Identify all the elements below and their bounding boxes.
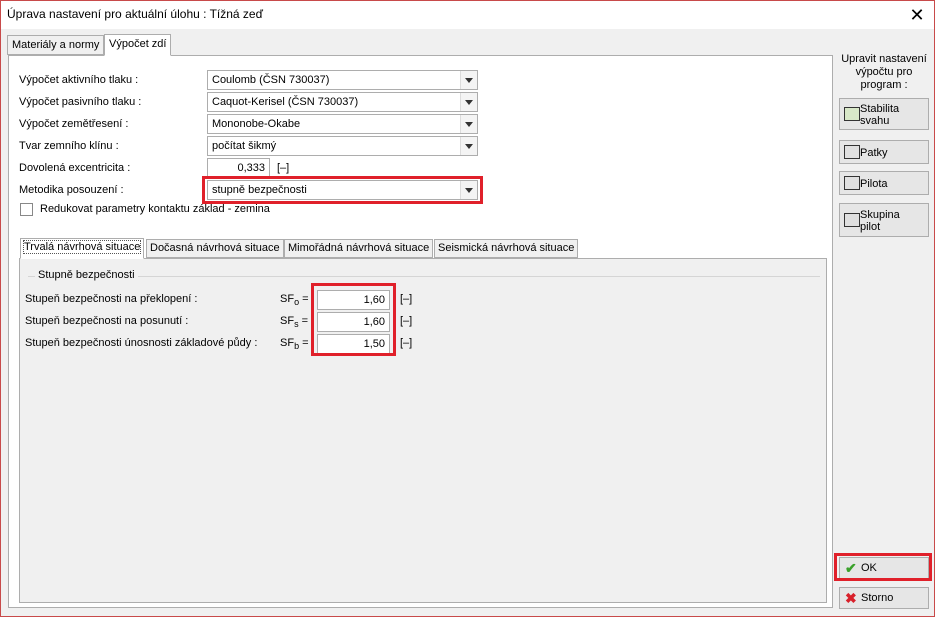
bearing-label: Stupeň bezpečnosti únosnosti základové p… (25, 337, 258, 349)
wedge-shape-select[interactable]: počítat šikmý (207, 136, 478, 156)
passive-pressure-select[interactable]: Caquot-Kerisel (ČSN 730037) (207, 92, 478, 112)
footing-icon (844, 145, 860, 159)
sidebar-caption: Upravit nastavení výpočtu pro program : (841, 53, 927, 91)
tab-temporary-situation[interactable]: Dočasná návrhová situace (146, 239, 284, 258)
pile-group-button[interactable]: Skupina pilot (839, 203, 929, 237)
tab-permanent-label: Trvalá návrhová situace (22, 240, 142, 254)
pile-group-icon (844, 213, 860, 227)
slope-stability-button[interactable]: Stabilita svahu (839, 98, 929, 130)
chevron-down-icon[interactable] (460, 71, 477, 89)
bearing-symbol: SFb = (280, 337, 309, 352)
footing-label: Patky (860, 147, 888, 159)
pile-group-label: Skupina pilot (860, 209, 900, 233)
tab-temporary-label: Dočasná návrhová situace (150, 242, 280, 254)
tab-seismic-label: Seismická návrhová situace (438, 242, 575, 254)
pile-button[interactable]: Pilota (839, 171, 929, 195)
tab-accidental-situation[interactable]: Mimořádná návrhová situace (284, 239, 434, 258)
earthquake-label: Výpočet zemětřesení : (19, 118, 129, 130)
sliding-label: Stupeň bezpečnosti na posunutí : (25, 315, 189, 327)
earthquake-value: Mononobe-Okabe (212, 118, 301, 130)
cancel-x-icon: ✖ (845, 590, 857, 606)
passive-pressure-value: Caquot-Kerisel (ČSN 730037) (212, 96, 359, 108)
cancel-button[interactable]: ✖ Storno (839, 587, 929, 609)
close-icon[interactable]: ✕ (906, 4, 928, 26)
bearing-unit: [–] (400, 337, 413, 349)
tab-wall-analysis-label: Výpočet zdí (109, 38, 167, 50)
active-pressure-value: Coulomb (ČSN 730037) (212, 74, 330, 86)
chevron-down-icon[interactable] (460, 137, 477, 155)
overturning-symbol: SFo = (280, 293, 309, 308)
ok-highlight (834, 553, 932, 581)
slope-stability-icon (844, 107, 860, 121)
title-bar: Úprava nastavení pro aktuální úlohu : Tí… (1, 1, 934, 29)
group-title: Stupně bezpečnosti (35, 269, 138, 281)
overturning-unit: [–] (400, 293, 413, 305)
eccentricity-input[interactable]: 0,333 (207, 158, 270, 178)
footing-button[interactable]: Patky (839, 140, 929, 164)
eccentricity-label: Dovolená excentricita : (19, 162, 131, 174)
group-divider (28, 276, 820, 277)
pile-icon (844, 176, 860, 190)
reduce-params-label: Redukovat parametry kontaktu základ - ze… (40, 203, 270, 215)
chevron-down-icon[interactable] (460, 115, 477, 133)
method-highlight (202, 176, 483, 204)
overturning-label: Stupeň bezpečnosti na překlopení : (25, 293, 198, 305)
tab-seismic-situation[interactable]: Seismická návrhová situace (434, 239, 579, 258)
sliding-unit: [–] (400, 315, 413, 327)
tab-materials-label: Materiály a normy (12, 39, 100, 51)
active-pressure-select[interactable]: Coulomb (ČSN 730037) (207, 70, 478, 90)
passive-pressure-label: Výpočet pasivního tlaku : (19, 96, 142, 108)
settings-panel: Výpočet aktivního tlaku : Coulomb (ČSN 7… (8, 55, 833, 608)
reduce-params-checkbox[interactable] (20, 203, 33, 216)
situation-panel: Stupně bezpečnosti Stupeň bezpečnosti na… (19, 258, 827, 603)
sliding-symbol: SFs = (280, 315, 309, 330)
cancel-label: Storno (861, 592, 894, 604)
wedge-shape-value: počítat šikmý (212, 140, 277, 152)
slope-stability-label: Stabilita svahu (860, 103, 900, 127)
chevron-down-icon[interactable] (460, 93, 477, 111)
tab-materials[interactable]: Materiály a normy (7, 35, 105, 55)
dialog-window: Úprava nastavení pro aktuální úlohu : Tí… (0, 0, 935, 617)
pile-label: Pilota (860, 178, 888, 190)
eccentricity-unit: [–] (277, 162, 290, 174)
safety-factors-highlight (311, 283, 396, 356)
tab-permanent-situation[interactable]: Trvalá návrhová situace (20, 238, 145, 259)
tab-wall-analysis[interactable]: Výpočet zdí (104, 34, 172, 56)
method-label: Metodika posouzení : (19, 184, 124, 196)
wedge-shape-label: Tvar zemního klínu : (19, 140, 119, 152)
window-title: Úprava nastavení pro aktuální úlohu : Tí… (7, 7, 263, 21)
earthquake-select[interactable]: Mononobe-Okabe (207, 114, 478, 134)
active-pressure-label: Výpočet aktivního tlaku : (19, 74, 139, 86)
tab-accidental-label: Mimořádná návrhová situace (288, 242, 430, 254)
